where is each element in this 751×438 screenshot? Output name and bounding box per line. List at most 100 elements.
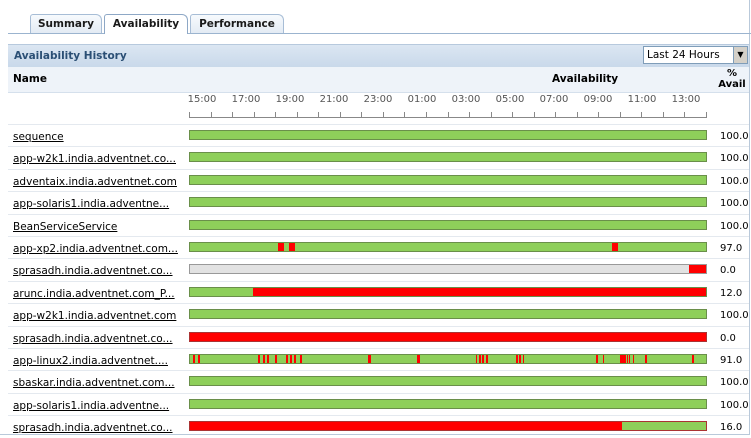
time-axis-tick xyxy=(340,112,341,117)
availability-percent: 0.0 xyxy=(720,265,736,276)
time-axis-tick xyxy=(555,112,556,117)
availability-percent: 100.0 xyxy=(720,176,749,187)
period-select[interactable]: Last 24 Hours ▼ xyxy=(643,46,748,64)
downtime-segment xyxy=(417,355,421,363)
monitor-name-link[interactable]: sprasadh.india.adventnet.co... xyxy=(13,422,183,434)
tab-availability[interactable]: Availability xyxy=(104,14,188,34)
availability-bar[interactable] xyxy=(189,242,707,252)
table-row: app-solaris1.india.adventne... 100.0 xyxy=(8,393,749,416)
time-axis-tick xyxy=(361,112,362,117)
time-label: 13:00 xyxy=(671,94,701,105)
availability-bar[interactable] xyxy=(189,130,707,140)
monitor-name-link[interactable]: app-w2k1.india.adventnet.com xyxy=(13,310,183,322)
availability-percent: 12.0 xyxy=(720,288,743,299)
time-label: 19:00 xyxy=(275,94,305,105)
availability-bar[interactable] xyxy=(189,175,707,185)
availability-percent: 100.0 xyxy=(720,153,749,164)
monitor-name-link[interactable]: arunc.india.adventnet.com_P... xyxy=(13,288,183,300)
availability-percent: 16.0 xyxy=(720,422,743,433)
table-row: app-w2k1.india.adventnet.co... 100.0 xyxy=(8,146,749,169)
time-axis-tick xyxy=(534,112,535,117)
availability-percent: 0.0 xyxy=(720,333,736,344)
time-axis-tick xyxy=(254,112,255,117)
availability-bar[interactable] xyxy=(189,332,707,342)
monitor-name-link[interactable]: sbaskar.india.adventnet.com... xyxy=(13,377,183,389)
availability-bar[interactable] xyxy=(189,421,707,431)
time-label: 23:00 xyxy=(363,94,393,105)
downtime-segment xyxy=(602,355,605,363)
downtime-segment xyxy=(595,355,598,363)
availability-bar[interactable] xyxy=(189,376,707,386)
table-row: sbaskar.india.adventnet.com... 100.0 xyxy=(8,370,749,393)
availability-percent: 100.0 xyxy=(720,400,749,411)
column-header-avail-label: Avail xyxy=(718,79,746,90)
monitor-name-link[interactable]: app-w2k1.india.adventnet.co... xyxy=(13,153,183,165)
table-row: app-linux2.india.adventnet.... 91.0 xyxy=(8,348,749,371)
downtime-segment xyxy=(475,355,478,363)
availability-history-title: Availability History xyxy=(14,50,127,62)
availability-percent: 100.0 xyxy=(720,198,749,209)
downtime-segment xyxy=(612,243,619,251)
availability-percent: 100.0 xyxy=(720,310,749,321)
availability-bar[interactable] xyxy=(189,309,707,319)
availability-percent: 91.0 xyxy=(720,355,743,366)
time-axis-tick xyxy=(512,112,513,117)
uptime-segment xyxy=(622,422,706,430)
time-axis-tick xyxy=(211,112,212,117)
time-axis-tick xyxy=(232,112,233,117)
downtime-segment xyxy=(289,243,296,251)
time-axis-tick xyxy=(426,112,427,117)
availability-bar[interactable] xyxy=(189,264,707,274)
monitor-name-link[interactable]: sequence xyxy=(13,131,183,143)
availability-bar[interactable] xyxy=(189,197,707,207)
table-row: sequence 100.0 xyxy=(8,124,749,147)
downtime-segment xyxy=(285,355,289,363)
time-axis-tick xyxy=(620,112,621,117)
time-axis-tick xyxy=(297,112,298,117)
availability-percent: 100.0 xyxy=(720,221,749,232)
time-label: 11:00 xyxy=(627,94,657,105)
table-row: arunc.india.adventnet.com_P... 12.0 xyxy=(8,281,749,304)
monitor-name-link[interactable]: sprasadh.india.adventnet.co... xyxy=(13,333,183,345)
downtime-segment xyxy=(275,355,278,363)
time-axis-tick xyxy=(663,112,664,117)
time-label: 07:00 xyxy=(539,94,569,105)
tab-performance[interactable]: Performance xyxy=(190,14,284,33)
availability-history-header: Availability History Last 24 Hours ▼ xyxy=(8,44,749,68)
availability-percent: 100.0 xyxy=(720,377,749,388)
tab-summary[interactable]: Summary xyxy=(30,14,102,33)
column-header-percent-symbol: % xyxy=(726,68,738,79)
table-row: adventaix.india.adventnet.com 100.0 xyxy=(8,169,749,192)
availability-bar[interactable] xyxy=(189,220,707,230)
availability-bar[interactable] xyxy=(189,354,707,364)
availability-bar[interactable] xyxy=(189,399,707,409)
monitor-name-link[interactable]: app-solaris1.india.adventne... xyxy=(13,400,183,412)
monitor-name-link[interactable]: adventaix.india.adventnet.com xyxy=(13,176,183,188)
monitor-name-link[interactable]: app-linux2.india.adventnet.... xyxy=(13,355,183,367)
monitor-name-link[interactable]: app-xp2.india.adventnet.com... xyxy=(13,243,183,255)
time-axis-tick xyxy=(491,112,492,117)
tab-strip: Summary Availability Performance xyxy=(0,0,751,36)
downtime-segment xyxy=(368,355,372,363)
monitor-name-link[interactable]: sprasadh.india.adventnet.co... xyxy=(13,265,183,277)
time-axis-tick xyxy=(706,112,707,117)
availability-bar[interactable] xyxy=(189,287,707,297)
downtime-segment xyxy=(644,355,647,363)
time-axis-tick xyxy=(404,112,405,117)
time-label: 09:00 xyxy=(583,94,613,105)
downtime-segment xyxy=(257,355,260,363)
downtime-segment xyxy=(299,355,302,363)
time-axis-tick xyxy=(641,112,642,117)
availability-bar[interactable] xyxy=(189,152,707,162)
downtime-segment xyxy=(628,355,631,363)
column-header-row: Name Availability % Avail xyxy=(8,67,749,93)
availability-percent: 97.0 xyxy=(720,243,743,254)
downtime-segment xyxy=(482,355,484,363)
chevron-down-icon[interactable]: ▼ xyxy=(733,47,747,63)
downtime-segment xyxy=(192,355,195,363)
downtime-segment xyxy=(689,265,706,273)
monitor-name-link[interactable]: app-solaris1.india.adventne... xyxy=(13,198,183,210)
downtime-segment xyxy=(522,355,525,363)
monitor-name-link[interactable]: BeanServiceService xyxy=(13,221,183,233)
downtime-segment xyxy=(486,355,488,363)
